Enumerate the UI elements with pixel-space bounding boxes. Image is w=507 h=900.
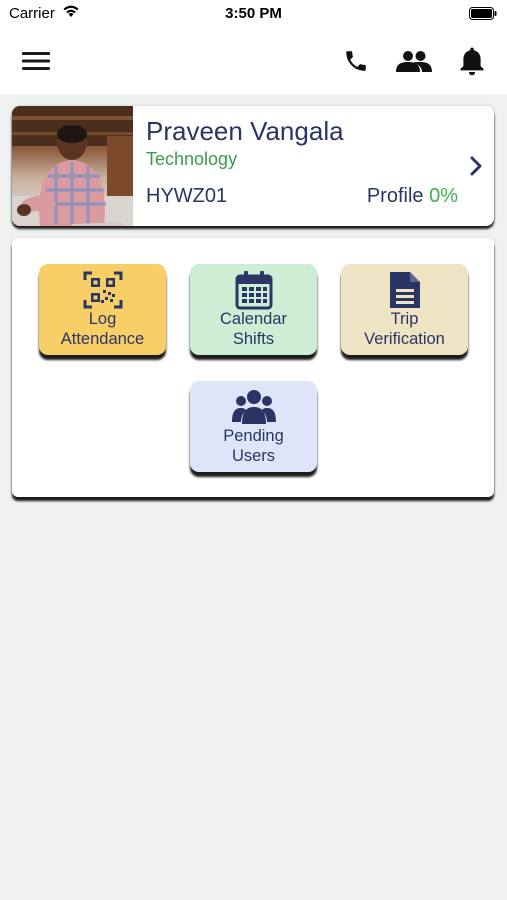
- profile-completion-percent: 0%: [429, 185, 458, 207]
- avatar: [12, 106, 133, 226]
- trip-verification-label: Trip Verification: [364, 310, 445, 348]
- log-attendance-label: Log Attendance: [60, 310, 145, 348]
- trip-verification-tile[interactable]: Trip Verification: [341, 264, 468, 355]
- pending-users-label: Pending Users: [223, 427, 284, 465]
- menu-button[interactable]: [14, 28, 58, 94]
- battery-icon: [469, 7, 497, 25]
- nav-bar: [0, 28, 507, 94]
- pending-users-tile[interactable]: Pending Users: [190, 381, 317, 472]
- bell-icon: [460, 47, 484, 76]
- notifications-button[interactable]: [450, 28, 494, 94]
- employee-department: Technology: [146, 149, 238, 169]
- profile-completion-label: Profile: [366, 185, 424, 207]
- quick-actions-panel: Log Attendance Calendar Shifts Trip Veri…: [12, 238, 494, 497]
- people-icon: [396, 51, 432, 72]
- clock: 3:50 PM: [225, 5, 282, 22]
- phone-icon: [346, 51, 366, 71]
- menu-icon: [22, 52, 50, 70]
- profile-completion: Profile 0%: [367, 185, 458, 208]
- employee-name: Praveen Vangala: [146, 116, 344, 146]
- call-button[interactable]: [334, 28, 378, 94]
- calendar-shifts-tile[interactable]: Calendar Shifts: [190, 264, 317, 355]
- calendar-icon: [235, 270, 273, 310]
- employee-code: HYWZ01: [146, 185, 228, 207]
- qr-code-icon: [83, 270, 123, 310]
- contacts-button[interactable]: [390, 28, 438, 94]
- calendar-shifts-label: Calendar Shifts: [220, 310, 287, 348]
- users-icon: [231, 387, 276, 427]
- chevron-right-icon[interactable]: [466, 154, 486, 178]
- profile-card[interactable]: Praveen Vangala Technology HYWZ01 Profil…: [12, 106, 494, 226]
- status-bar: Carrier 3:50 PM: [0, 0, 507, 28]
- log-attendance-tile[interactable]: Log Attendance: [39, 264, 166, 355]
- document-icon: [388, 270, 422, 310]
